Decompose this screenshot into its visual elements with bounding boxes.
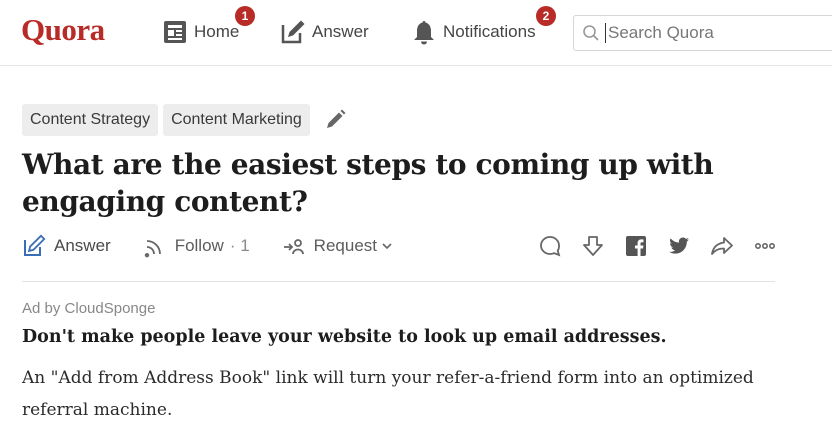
home-feed-icon	[162, 19, 188, 45]
question-title[interactable]: What are the easiest steps to coming up …	[22, 146, 742, 220]
request-button[interactable]: Request	[282, 234, 393, 258]
follow-button[interactable]: Follow · 1	[143, 234, 250, 258]
search-box[interactable]	[573, 15, 832, 51]
comment-icon[interactable]	[538, 234, 562, 258]
answer-button-label: Answer	[54, 236, 111, 255]
bell-icon	[411, 19, 437, 45]
question-share-icons	[519, 234, 777, 258]
home-badge: 1	[235, 6, 255, 26]
follow-button-label: Follow	[174, 236, 224, 255]
notifications-badge: 2	[536, 6, 556, 26]
topic-list: Content Strategy Content Marketing	[22, 104, 347, 136]
answer-button[interactable]: Answer	[22, 234, 111, 258]
section-divider	[22, 281, 775, 282]
topic-pill[interactable]: Content Strategy	[22, 104, 159, 136]
follow-count: · 1	[229, 236, 250, 255]
share-icon[interactable]	[710, 234, 734, 258]
nav-home-label: Home	[194, 22, 240, 41]
nav-answer[interactable]: Answer	[280, 18, 369, 46]
quora-logo[interactable]: Quora	[21, 12, 105, 48]
topic-pill[interactable]: Content Marketing	[163, 104, 310, 136]
nav-notifications[interactable]: Notifications 2	[411, 6, 556, 46]
twitter-icon[interactable]	[667, 234, 691, 258]
nav-notifications-label: Notifications	[443, 22, 536, 41]
follow-rss-icon	[144, 240, 161, 258]
search-input[interactable]	[605, 23, 825, 43]
pencil-square-icon	[280, 19, 306, 45]
ad-headline[interactable]: Don't make people leave your website to …	[22, 327, 667, 347]
nav-home[interactable]: Home 1	[162, 6, 255, 46]
more-icon[interactable]	[753, 234, 777, 258]
pencil-square-icon	[24, 234, 46, 256]
ad-body[interactable]: An "Add from Address Book" link will tur…	[22, 362, 782, 426]
facebook-icon[interactable]	[624, 234, 648, 258]
question-action-bar: Answer Follow · 1 Request	[22, 232, 777, 260]
ad-sponsor-label[interactable]: Ad by CloudSponge	[22, 300, 155, 317]
downvote-icon[interactable]	[581, 234, 605, 258]
top-navigation-bar: Quora Home 1 Answer Notifications 2 Sear…	[0, 0, 832, 66]
request-arrow-icon	[283, 239, 304, 255]
edit-pencil-icon[interactable]	[323, 108, 347, 132]
search-icon	[583, 25, 599, 41]
chevron-down-icon	[382, 243, 392, 250]
nav-answer-label: Answer	[312, 22, 369, 41]
follow-count-value: 1	[240, 236, 250, 255]
request-button-label: Request	[313, 236, 377, 255]
